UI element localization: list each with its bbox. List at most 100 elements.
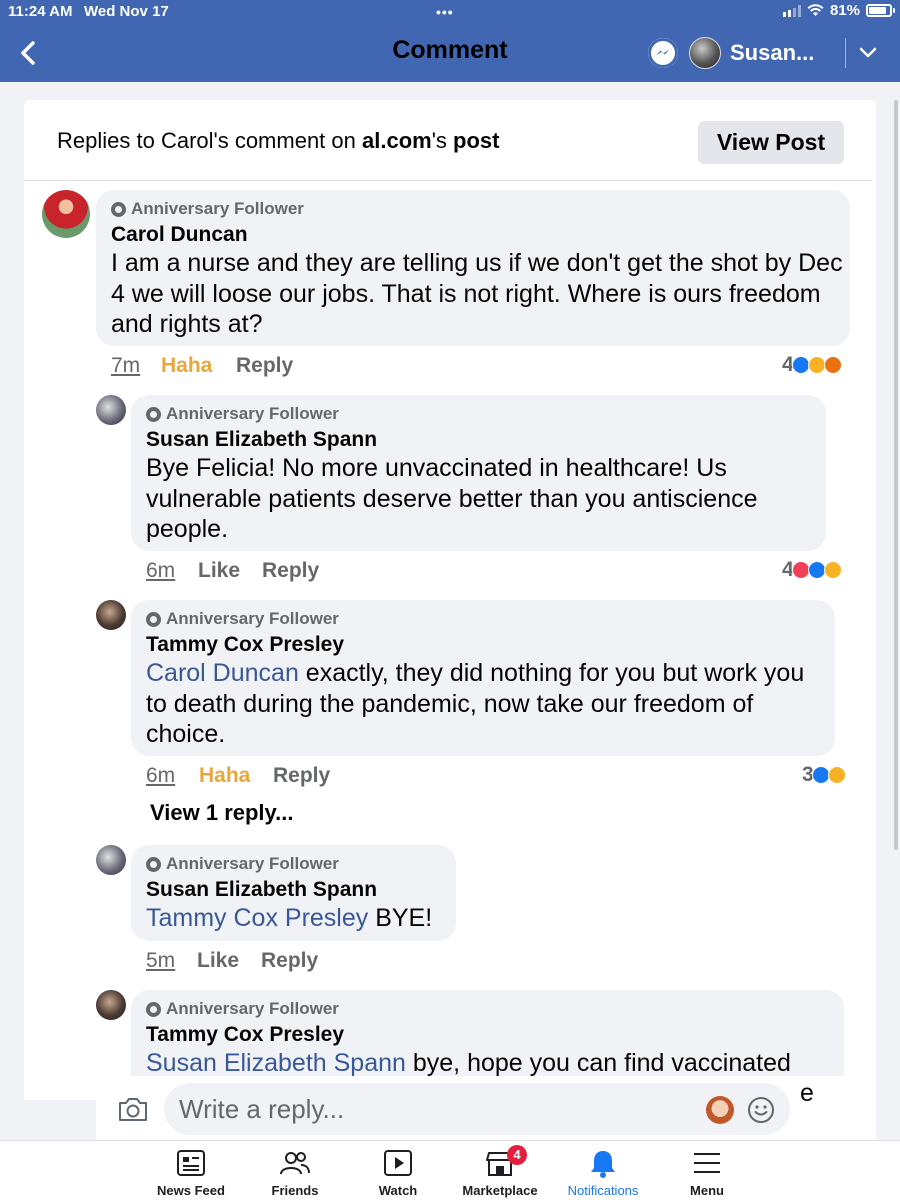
- camera-icon[interactable]: [117, 1095, 149, 1123]
- follower-badge: Anniversary Follower: [146, 609, 339, 629]
- badge-label: Anniversary Follower: [166, 854, 339, 873]
- friends-icon: [280, 1152, 310, 1175]
- comment-body: bye, hope you can find vaccinated: [405, 1049, 791, 1077]
- like-reaction-icon: [811, 766, 830, 784]
- badge-label: Anniversary Follower: [166, 404, 339, 423]
- battery-icon: [866, 4, 895, 17]
- haha-reaction-icon: [807, 356, 826, 374]
- multitasking-dots-icon[interactable]: •••: [436, 4, 454, 20]
- chevron-down-icon[interactable]: [858, 42, 878, 62]
- reaction-summary[interactable]: 4: [782, 353, 842, 377]
- reaction-summary[interactable]: 3: [802, 763, 846, 787]
- badge-icon: [146, 1001, 161, 1017]
- reply-input[interactable]: [164, 1083, 790, 1135]
- comment-time[interactable]: 7m: [111, 354, 140, 378]
- menu-icon: [694, 1153, 720, 1173]
- comment-author[interactable]: Carol Duncan: [111, 223, 248, 247]
- badge-label: Anniversary Follower: [166, 609, 339, 628]
- comment-text: I am a nurse and they are telling us if …: [111, 249, 843, 338]
- thread-header-post[interactable]: post: [453, 128, 499, 153]
- status-indicators: 81%: [782, 2, 895, 19]
- nav-username[interactable]: Susan...: [730, 40, 814, 66]
- comment-body: BYE!: [368, 904, 433, 932]
- status-date: Wed Nov 17: [84, 3, 169, 20]
- view-post-button[interactable]: View Post: [698, 121, 844, 164]
- avatar[interactable]: [96, 600, 126, 630]
- avatar[interactable]: [96, 845, 126, 875]
- thread-header-prefix: Replies to Carol's comment on: [57, 128, 362, 153]
- badge-label: Anniversary Follower: [166, 999, 339, 1018]
- signal-icon: [782, 4, 801, 17]
- comment-time[interactable]: 6m: [146, 764, 175, 788]
- comment-text: Bye Felicia! No more unvaccinated in hea…: [146, 454, 758, 543]
- mention-link[interactable]: Susan Elizabeth Spann: [146, 1049, 406, 1077]
- divider: [24, 180, 872, 181]
- like-reaction-icon: [791, 356, 810, 374]
- comment-author[interactable]: Tammy Cox Presley: [146, 1023, 344, 1047]
- bell-icon: [591, 1151, 615, 1178]
- reply-button[interactable]: Reply: [261, 949, 318, 973]
- scrollbar[interactable]: [894, 100, 898, 850]
- badge-icon: [111, 201, 126, 217]
- tab-news-feed[interactable]: News Feed: [141, 1141, 241, 1200]
- tab-menu[interactable]: Menu: [657, 1141, 757, 1200]
- tab-label: Menu: [690, 1183, 724, 1198]
- comment-author[interactable]: Susan Elizabeth Spann: [146, 878, 377, 902]
- follower-badge: Anniversary Follower: [146, 404, 339, 424]
- emoji-icon[interactable]: [747, 1096, 775, 1124]
- comment-author[interactable]: Tammy Cox Presley: [146, 633, 344, 657]
- bottom-tab-bar: News Feed Friends Watch 4 Marketplace No…: [0, 1140, 900, 1200]
- messenger-icon[interactable]: [648, 38, 678, 68]
- love-reaction-icon: [791, 561, 810, 579]
- thread-header: Replies to Carol's comment on al.com's p…: [57, 128, 499, 154]
- tab-label: Friends: [271, 1183, 319, 1198]
- like-reaction-icon: [807, 561, 826, 579]
- like-button[interactable]: Like: [198, 559, 240, 583]
- reply-button[interactable]: Reply: [273, 764, 330, 788]
- battery-percent: 81%: [829, 2, 860, 19]
- thread-header-page[interactable]: al.com: [362, 128, 432, 153]
- tab-label: Marketplace: [462, 1183, 538, 1198]
- news-feed-icon: [177, 1150, 205, 1176]
- reply-button[interactable]: Reply: [262, 559, 319, 583]
- angry-reaction-icon: [823, 356, 842, 374]
- view-replies-link[interactable]: View 1 reply...: [150, 800, 293, 826]
- nav-divider: [845, 38, 846, 68]
- tab-marketplace[interactable]: 4 Marketplace: [450, 1141, 550, 1200]
- tab-watch[interactable]: Watch: [348, 1141, 448, 1200]
- follower-badge: Anniversary Follower: [146, 854, 339, 874]
- comment-text: Carol Duncan exactly, they did nothing f…: [146, 658, 826, 750]
- badge-icon: [146, 856, 161, 872]
- tab-label: Notifications: [567, 1183, 639, 1198]
- thread-header-suffix: 's: [431, 128, 454, 153]
- avatar[interactable]: [96, 395, 126, 425]
- top-bar: 11:24 AM Wed Nov 17 ••• 81% Comment Susa…: [0, 0, 900, 82]
- marketplace-badge: 4: [507, 1145, 527, 1165]
- reply-button[interactable]: Reply: [236, 354, 293, 378]
- avatar[interactable]: [42, 190, 90, 238]
- mention-link[interactable]: Tammy Cox Presley: [146, 904, 368, 932]
- like-button[interactable]: Like: [197, 949, 239, 973]
- tab-label: News Feed: [157, 1183, 225, 1198]
- follower-badge: Anniversary Follower: [111, 199, 304, 219]
- reaction-button[interactable]: Haha: [199, 764, 250, 788]
- haha-reaction-icon: [827, 766, 846, 784]
- reaction-summary[interactable]: 4: [782, 558, 842, 582]
- wifi-icon: [807, 4, 824, 16]
- comment-author[interactable]: Susan Elizabeth Spann: [146, 428, 377, 452]
- watch-icon: [384, 1150, 412, 1176]
- user-avatar[interactable]: [689, 37, 721, 69]
- avatar-sticker-icon[interactable]: [706, 1096, 734, 1124]
- reaction-button[interactable]: Haha: [161, 354, 212, 378]
- tab-notifications[interactable]: Notifications: [553, 1141, 653, 1200]
- badge-icon: [146, 406, 161, 422]
- follower-badge: Anniversary Follower: [146, 999, 339, 1019]
- avatar[interactable]: [96, 990, 126, 1020]
- comment-text: Susan Elizabeth Spann bye, hope you can …: [146, 1048, 841, 1079]
- tab-friends[interactable]: Friends: [245, 1141, 345, 1200]
- comment-text: Tammy Cox Presley BYE!: [146, 903, 456, 934]
- comment-time[interactable]: 6m: [146, 559, 175, 583]
- mention-link[interactable]: Carol Duncan: [146, 659, 299, 687]
- comment-text-overflow: e: [800, 1079, 814, 1107]
- comment-time[interactable]: 5m: [146, 949, 175, 973]
